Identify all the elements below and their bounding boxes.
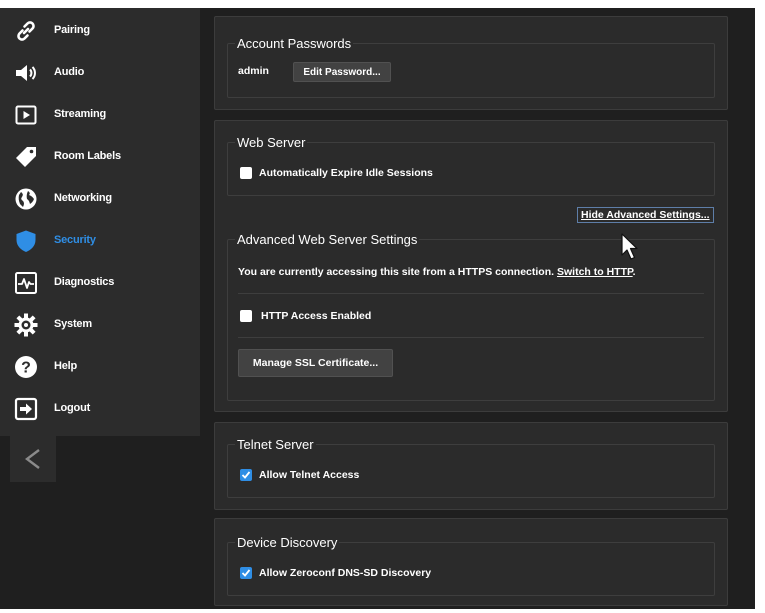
switch-to-http-link[interactable]: Switch to HTTP xyxy=(557,266,633,278)
shield-icon xyxy=(14,229,38,253)
http-access-label: HTTP Access Enabled xyxy=(261,310,372,322)
advanced-settings-group: You are currently accessing this site fr… xyxy=(227,239,715,401)
edit-password-button[interactable]: Edit Password... xyxy=(293,62,391,82)
allow-zeroconf-label: Allow Zeroconf DNS-SD Discovery xyxy=(259,567,432,579)
sidebar-item-networking[interactable]: Networking xyxy=(0,178,200,220)
allow-telnet-checkbox[interactable] xyxy=(240,469,252,481)
device-discovery-title: Device Discovery xyxy=(235,535,340,550)
manage-ssl-certificate-button[interactable]: Manage SSL Certificate... xyxy=(238,349,393,377)
bottom-border xyxy=(0,609,765,613)
sidebar-item-security[interactable]: Security xyxy=(0,220,200,262)
sidebar-item-streaming[interactable]: Streaming xyxy=(0,94,200,136)
http-access-checkbox[interactable] xyxy=(240,310,252,322)
sidebar-item-label: Help xyxy=(54,360,78,372)
allow-zeroconf-checkbox[interactable] xyxy=(240,567,252,579)
sidebar-item-system[interactable]: System xyxy=(0,304,200,346)
checkmark-icon xyxy=(241,569,251,577)
expire-sessions-label: Automatically Expire Idle Sessions xyxy=(259,167,433,179)
link-icon xyxy=(14,19,38,43)
sidebar-item-label: Diagnostics xyxy=(54,276,115,288)
sidebar-item-label: Pairing xyxy=(54,24,90,36)
chevron-left-icon xyxy=(25,449,40,469)
telnet-section: Allow Telnet Access Telnet Server xyxy=(214,422,728,510)
device-discovery-group: Allow Zeroconf DNS-SD Discovery xyxy=(227,542,715,596)
right-border xyxy=(755,0,765,613)
account-passwords-section: admin Edit Password... Account Passwords xyxy=(214,16,728,110)
sidebar-item-label: Room Labels xyxy=(54,150,121,162)
sidebar-item-room-labels[interactable]: Room Labels xyxy=(0,136,200,178)
question-icon: ? xyxy=(14,355,38,379)
logout-icon xyxy=(14,397,38,421)
sidebar-item-label: Networking xyxy=(54,192,112,204)
account-passwords-group: admin Edit Password... xyxy=(227,43,715,98)
web-server-group: Automatically Expire Idle Sessions xyxy=(227,142,715,196)
top-border xyxy=(0,0,765,8)
gear-icon xyxy=(14,313,38,337)
device-discovery-section: Allow Zeroconf DNS-SD Discovery Device D… xyxy=(214,518,728,606)
sidebar-item-logout[interactable]: Logout xyxy=(0,388,200,430)
globe-icon xyxy=(14,187,38,211)
sidebar-item-label: Logout xyxy=(54,402,91,414)
allow-telnet-label: Allow Telnet Access xyxy=(259,469,360,481)
advanced-settings-title: Advanced Web Server Settings xyxy=(235,232,420,247)
divider xyxy=(238,337,704,338)
web-server-title: Web Server xyxy=(235,135,308,150)
sidebar-item-label: System xyxy=(54,318,92,330)
connection-status-text: You are currently accessing this site fr… xyxy=(238,266,636,278)
pulse-icon xyxy=(14,271,38,295)
checkmark-icon xyxy=(241,471,251,479)
sidebar-item-pairing[interactable]: Pairing xyxy=(0,10,200,52)
tag-icon xyxy=(14,145,38,169)
sidebar-item-label: Audio xyxy=(54,66,85,78)
telnet-server-title: Telnet Server xyxy=(235,437,316,452)
speaker-icon xyxy=(14,61,38,85)
sidebar-item-label: Streaming xyxy=(54,108,106,120)
play-icon xyxy=(14,103,38,127)
telnet-group: Allow Telnet Access xyxy=(227,444,715,498)
divider xyxy=(238,293,704,294)
mouse-cursor-icon xyxy=(621,233,638,260)
sidebar-item-diagnostics[interactable]: Diagnostics xyxy=(0,262,200,304)
username-label: admin xyxy=(238,65,269,77)
web-server-section: Automatically Expire Idle Sessions Web S… xyxy=(214,120,728,412)
hide-advanced-settings-button[interactable]: Hide Advanced Settings... xyxy=(577,207,714,223)
sidebar-item-help[interactable]: ? Help xyxy=(0,346,200,388)
connection-text: You are currently accessing this site fr… xyxy=(238,266,555,278)
expire-sessions-checkbox[interactable] xyxy=(240,167,252,179)
sidebar: Pairing Audio Streaming Room Labels Netw… xyxy=(0,8,200,436)
svg-text:?: ? xyxy=(21,360,31,377)
sidebar-item-label: Security xyxy=(54,234,96,246)
sidebar-item-audio[interactable]: Audio xyxy=(0,52,200,94)
connection-suffix: . xyxy=(632,266,636,278)
account-passwords-title: Account Passwords xyxy=(235,36,354,51)
sidebar-collapse-button[interactable] xyxy=(10,436,56,482)
